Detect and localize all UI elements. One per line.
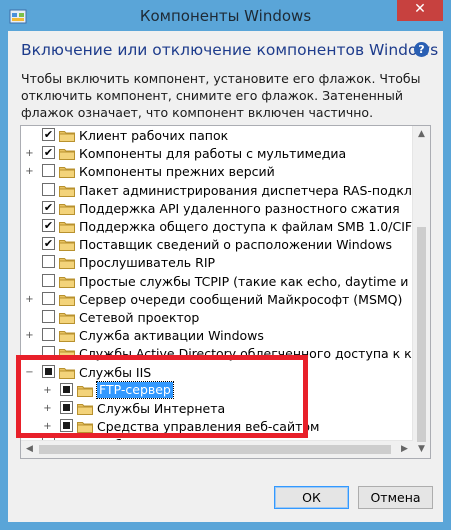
horizontal-scrollbar[interactable]: ◀ ▶ — [21, 440, 413, 458]
tree-item[interactable]: + Компоненты прежних версий — [21, 163, 430, 181]
folder-icon — [59, 147, 75, 161]
expand-icon[interactable]: + — [25, 167, 34, 177]
tree-item[interactable]: Прослушиватель RIP — [21, 254, 430, 272]
feature-checkbox[interactable]: ✔ — [42, 128, 55, 141]
dialog-description: Чтобы включить компонент, установите его… — [21, 71, 421, 120]
scroll-left-icon[interactable]: ◀ — [21, 441, 38, 458]
feature-checkbox[interactable]: ✔ — [42, 200, 55, 214]
scroll-up-icon[interactable]: ▲ — [413, 126, 430, 143]
tree-item-label: Простые службы TCPIP (такие как echo, da… — [79, 273, 431, 289]
expand-icon[interactable]: + — [25, 331, 34, 341]
feature-checkbox[interactable] — [42, 310, 55, 323]
tree-item[interactable]: Пакет администрирования диспетчера RAS-п… — [21, 182, 430, 200]
tree-item[interactable]: Сетевой проектор — [21, 309, 430, 327]
tree-item-label: Прослушиватель RIP — [79, 255, 216, 271]
tree-item[interactable]: ✔ Поставщик сведений о расположении Windo… — [21, 236, 430, 254]
folder-icon — [59, 220, 75, 233]
windows-features-dialog: Компоненты Windows ✕ Включение или отклю… — [0, 0, 451, 530]
feature-checkbox[interactable] — [42, 328, 55, 342]
expand-icon[interactable]: + — [25, 149, 34, 159]
folder-icon — [59, 238, 75, 252]
folder-icon — [59, 184, 75, 197]
vertical-scroll-thumb[interactable] — [417, 227, 426, 442]
help-icon[interactable]: ? — [414, 42, 429, 57]
annotation-highlight-box — [16, 355, 308, 438]
tree-item[interactable]: + ✔ Компоненты для работы с мультимедиа — [21, 145, 430, 163]
dialog-heading: Включение или отключение компонентов Win… — [21, 41, 439, 59]
tree-item-label: Сервер очереди сообщений Майкрософт (MSM… — [79, 291, 403, 307]
window-title: Компоненты Windows — [139, 7, 312, 25]
tree-item-label: Клиент рабочих папок — [79, 128, 229, 143]
tree-item[interactable]: Простые службы TCPIP (такие как echo, da… — [21, 273, 431, 291]
scroll-down-icon[interactable]: ▼ — [413, 441, 430, 458]
tree-item-label: Поддержка API удаленного разностного сжа… — [79, 200, 400, 216]
folder-icon — [59, 202, 75, 215]
tree-item[interactable]: ✔ Поддержка API удаленного разностного сж… — [21, 200, 430, 218]
tree-item[interactable]: + Служба активации Windows — [21, 327, 430, 345]
expand-icon[interactable]: + — [25, 294, 34, 304]
folder-icon — [59, 311, 75, 324]
tree-item-label: Поддержка общего доступа к файлам SMB 1.… — [79, 219, 420, 234]
folder-icon — [59, 329, 75, 343]
tree-item[interactable]: + Сервер очереди сообщений Майкрософт (MS… — [21, 291, 430, 309]
feature-checkbox[interactable] — [42, 273, 55, 287]
close-icon: ✕ — [414, 1, 426, 17]
scroll-right-icon[interactable]: ▶ — [396, 441, 413, 458]
tree-item-label: Поставщик сведений о расположении Window… — [79, 237, 392, 253]
feature-checkbox[interactable]: ✔ — [42, 237, 55, 251]
tree-item-label: Пакет администрирования диспетчера RAS-п… — [79, 182, 430, 198]
folder-icon — [59, 129, 75, 142]
cancel-button[interactable]: Отмена — [358, 486, 433, 509]
horizontal-scroll-thumb[interactable] — [39, 445, 391, 454]
feature-checkbox[interactable] — [42, 291, 55, 305]
folder-icon — [59, 293, 75, 306]
folder-icon — [59, 256, 75, 270]
feature-checkbox[interactable] — [42, 182, 55, 196]
tree-item-label: Сетевой проектор — [79, 310, 200, 325]
feature-checkbox[interactable] — [42, 164, 55, 178]
folder-icon — [59, 275, 75, 288]
tree-item-label: Служба активации Windows — [79, 328, 264, 344]
tree-item[interactable]: ✔ Поддержка общего доступа к файлам SMB 1… — [21, 218, 430, 236]
folder-icon — [59, 165, 75, 179]
title-bar[interactable]: Компоненты Windows ✕ — [0, 0, 451, 34]
feature-checkbox[interactable] — [42, 255, 55, 269]
ok-button[interactable]: ОК — [274, 486, 349, 509]
tree-item[interactable]: ✔ Клиент рабочих папок — [21, 127, 430, 145]
tree-item-label: Компоненты прежних версий — [79, 164, 275, 180]
feature-checkbox[interactable]: ✔ — [42, 219, 55, 232]
dialog-body: Включение или отключение компонентов Win… — [8, 31, 443, 522]
close-button[interactable]: ✕ — [397, 0, 443, 21]
tree-item-label: Компоненты для работы с мультимедиа — [79, 146, 347, 162]
feature-checkbox[interactable]: ✔ — [42, 146, 55, 160]
vertical-scrollbar[interactable]: ▲ ▼ — [412, 126, 430, 458]
